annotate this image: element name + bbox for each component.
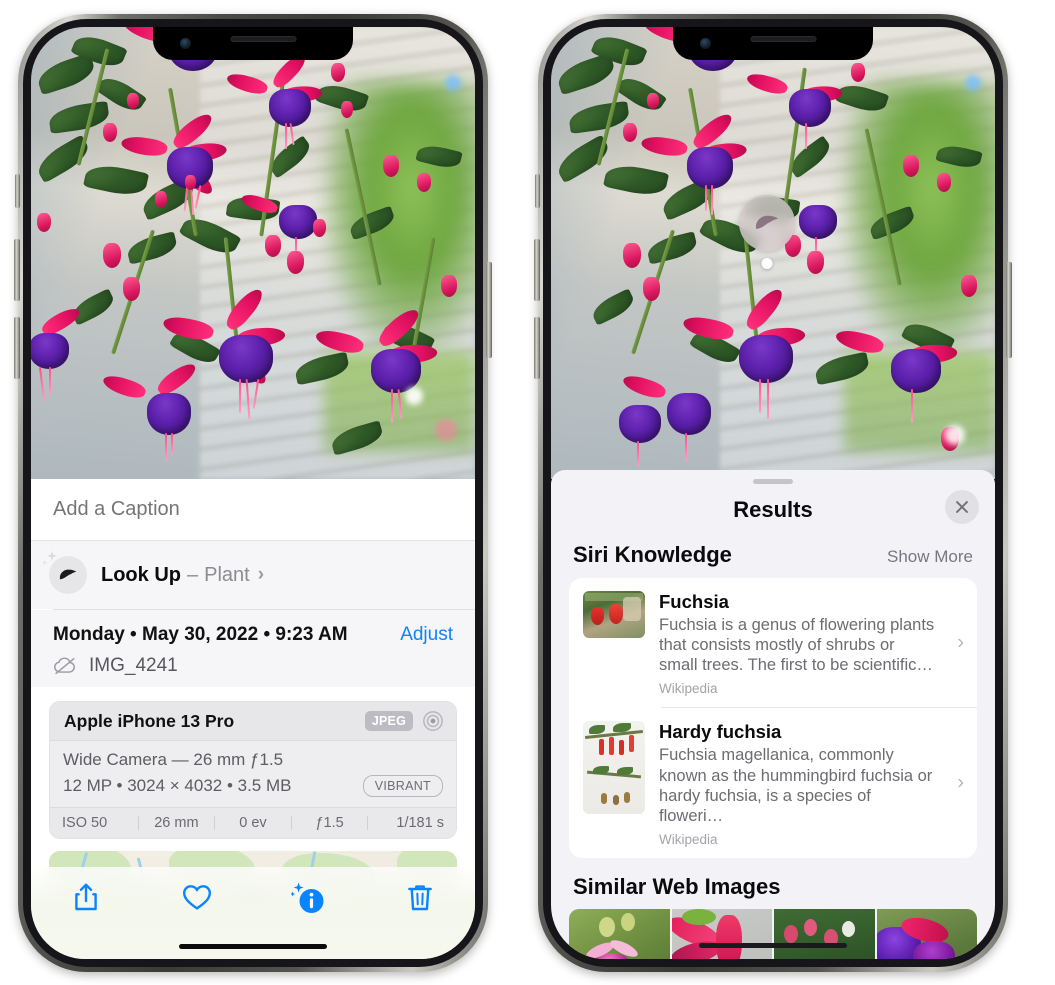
similar-image-thumbnail[interactable] [774,908,875,959]
caption-input[interactable] [53,498,453,521]
chevron-right-icon: › [957,771,964,794]
siri-knowledge-card: Fuchsia Fuchsia is a genus of flowering … [569,578,977,858]
exif-row: ISO 50 26 mm 0 ev ƒ1.5 1/181 s [50,807,456,838]
exif-focal: 26 mm [154,815,199,831]
background-foliage [324,81,475,353]
similar-image-thumbnail[interactable] [876,908,977,959]
results-header: Results [551,484,995,536]
knowledge-item[interactable]: Hardy fuchsia Fuchsia magellanica, commo… [569,708,977,858]
visual-lookup-badge[interactable] [739,195,795,269]
leaf-icon [755,215,779,230]
similar-image-thumbnail[interactable] [569,908,670,959]
exif-aperture: ƒ1.5 [315,815,344,831]
knowledge-source: Wikipedia [659,681,718,697]
look-up-subject: Plant [204,563,250,586]
home-indicator[interactable] [179,944,327,949]
info-sparkle-icon[interactable] [291,881,325,915]
knowledge-item[interactable]: Fuchsia Fuchsia is a genus of flowering … [569,578,977,707]
look-up-row[interactable]: Look Up – Plant › [31,541,475,609]
file-format-badge: JPEG [364,711,413,731]
exif-ev: 0 ev [239,815,267,831]
similar-web-images-title: Similar Web Images [573,873,781,899]
volume-down-button[interactable] [14,317,20,379]
knowledge-thumbnail [583,721,645,815]
iphone-right: Results Siri Knowledge Show More Fuchsia… [534,14,1012,972]
caption-row[interactable] [31,479,475,541]
sparkles-icon [41,550,57,566]
volume-up-button[interactable] [534,239,540,301]
iphone-left: Look Up – Plant › Monday • May 30, 2022 … [14,14,492,972]
photo-metadata: Monday • May 30, 2022 • 9:23 AM Adjust I… [31,610,475,687]
results-sheet: Results Siri Knowledge Show More Fuchsia… [551,470,995,959]
capture-date: Monday • May 30, 2022 • 9:23 AM [53,624,348,645]
exif-iso: ISO 50 [62,815,108,831]
file-name: IMG_4241 [89,655,178,676]
background-foliage [844,81,995,353]
photographic-style-badge: VIBRANT [362,775,443,797]
show-more-button[interactable]: Show More [887,547,973,567]
notch [153,27,353,60]
share-icon[interactable] [70,881,102,913]
earpiece-speaker [230,36,297,42]
visual-lookup-anchor-dot [761,258,773,269]
aperture-icon [423,711,443,731]
camera-info-body: Wide Camera — 26 mm ƒ1.5 12 MP • 3024 × … [50,741,456,807]
front-camera [700,38,711,49]
siri-knowledge-header: Siri Knowledge Show More [551,536,995,578]
device-model: Apple iPhone 13 Pro [64,710,235,731]
trash-icon[interactable] [404,881,436,913]
notch [673,27,873,60]
image-specs: 12 MP • 3024 × 4032 • 3.5 MB [63,776,292,795]
look-up-label: Look Up – Plant › [101,564,264,587]
results-title: Results [733,497,813,522]
look-up-dash: – [187,563,199,586]
front-camera [180,38,191,49]
lens-info: Wide Camera — 26 mm ƒ1.5 [63,750,284,769]
photo-info-sheet: Look Up – Plant › Monday • May 30, 2022 … [31,479,475,959]
knowledge-description: Fuchsia magellanica, commonly known as t… [659,746,933,825]
volume-up-button[interactable] [14,239,20,301]
phone-screen-left: Look Up – Plant › Monday • May 30, 2022 … [31,27,475,959]
close-icon [956,501,968,513]
camera-info-card: Apple iPhone 13 Pro JPEG Wide Camera — 2… [49,701,457,839]
cloud-slash-icon [53,657,75,675]
earpiece-speaker [750,36,817,42]
knowledge-source: Wikipedia [659,831,718,847]
knowledge-description: Fuchsia is a genus of flowering plants t… [659,616,935,675]
phone-screen-right: Results Siri Knowledge Show More Fuchsia… [551,27,995,959]
siri-knowledge-title: Siri Knowledge [573,542,732,567]
camera-info-header: Apple iPhone 13 Pro JPEG [50,702,456,741]
similar-web-images-strip [569,908,977,959]
knowledge-title: Fuchsia [659,591,729,612]
similar-web-images-header: Similar Web Images [551,858,995,909]
knowledge-title: Hardy fuchsia [659,721,782,743]
mute-switch[interactable] [535,174,540,208]
screenshot-canvas: Look Up – Plant › Monday • May 30, 2022 … [0,0,1055,985]
adjust-button[interactable]: Adjust [400,624,453,646]
close-button[interactable] [945,490,979,524]
exif-shutter: 1/181 s [396,815,444,831]
mute-switch[interactable] [15,174,20,208]
visual-lookup-bubble[interactable] [739,195,795,251]
photo-viewer[interactable] [551,27,995,479]
look-up-title: Look Up [101,563,181,586]
power-button[interactable] [1006,262,1012,358]
power-button[interactable] [486,262,492,358]
heart-icon[interactable] [181,881,213,913]
home-indicator[interactable] [699,943,847,948]
photo-viewer[interactable] [31,27,475,479]
chevron-right-icon: › [257,564,265,585]
similar-image-thumbnail[interactable] [671,908,772,959]
volume-down-button[interactable] [534,317,540,379]
knowledge-thumbnail [583,591,645,638]
chevron-right-icon: › [957,631,964,654]
leaf-icon-badge [41,550,87,594]
